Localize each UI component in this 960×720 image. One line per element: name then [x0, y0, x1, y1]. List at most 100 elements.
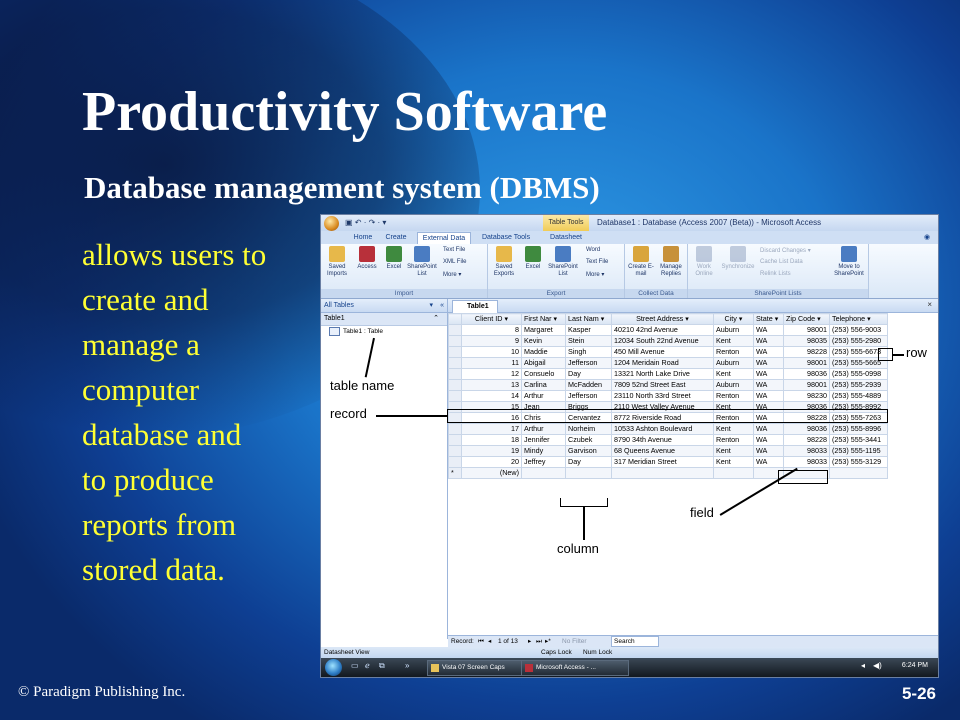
cell-first-name[interactable]: Consuelo — [521, 368, 566, 380]
cell-state[interactable]: WA — [753, 324, 784, 336]
prev-record-icon[interactable]: ◂ — [488, 636, 491, 647]
cell-city[interactable]: Kent — [713, 335, 754, 347]
table-row[interactable]: 18 Jennifer Czubek 8790 34th Avenue Renton WA… — [448, 434, 888, 446]
record-selector[interactable] — [448, 368, 462, 380]
cell-telephone[interactable]: (253) 555-2939 — [829, 379, 888, 391]
column-header-client-id[interactable]: Client ID ▾ — [461, 313, 522, 325]
cell-state[interactable]: WA — [753, 357, 784, 369]
cell-zip-code[interactable]: 98033 — [783, 445, 830, 457]
record-selector[interactable] — [448, 434, 462, 446]
record-selector[interactable] — [448, 324, 462, 336]
cell-last-name[interactable]: Garvison — [565, 445, 612, 457]
record-selector[interactable] — [448, 423, 462, 435]
cell-empty[interactable] — [713, 467, 754, 479]
cell-zip-code[interactable]: 98036 — [783, 368, 830, 380]
table-row[interactable]: 13 Carlina McFadden 7809 52nd Street East Au… — [448, 379, 888, 391]
cell-city[interactable]: Renton — [713, 390, 754, 402]
word-export-button[interactable]: Word — [586, 247, 600, 253]
relink-lists-button[interactable]: Relink Lists — [760, 271, 791, 277]
cell-street-address[interactable]: 68 Queens Avenue — [611, 445, 714, 457]
discard-changes-button[interactable]: Discard Changes ▾ — [760, 247, 811, 254]
cell-last-name[interactable]: Czubek — [565, 434, 612, 446]
no-filter-button[interactable]: No Filter — [562, 636, 587, 647]
cell-telephone[interactable]: (253) 555-3441 — [829, 434, 888, 446]
cell-client-id[interactable]: 12 — [461, 368, 522, 380]
table-row[interactable]: 12 Consuelo Day 13321 North Lake Drive Kent W… — [448, 368, 888, 380]
office-button-icon[interactable] — [324, 216, 339, 231]
cell-last-name[interactable]: McFadden — [565, 379, 612, 391]
create-email-button[interactable]: Create E-mail — [626, 246, 656, 278]
column-header-telephone[interactable]: Telephone ▾ — [829, 313, 888, 325]
work-online-button[interactable]: Work Online — [689, 246, 719, 278]
cell-last-name[interactable]: Norheim — [565, 423, 612, 435]
cell-empty[interactable] — [565, 467, 612, 479]
access-import-button[interactable]: Access — [352, 246, 382, 271]
new-record-icon[interactable]: ▸* — [545, 636, 551, 647]
table-row[interactable]: 19 Mindy Garvison 68 Queens Avenue Kent WA 980… — [448, 445, 888, 457]
cell-telephone[interactable]: (253) 555-3129 — [829, 456, 888, 468]
cell-last-name[interactable]: Stein — [565, 335, 612, 347]
record-selector[interactable] — [448, 379, 462, 391]
cell-telephone[interactable]: (253) 555-8996 — [829, 423, 888, 435]
quick-access-toolbar[interactable]: ▣ ↶ · ↷ · ▾ — [345, 218, 386, 227]
column-header-street-address[interactable]: Street Address ▾ — [611, 313, 714, 325]
cell-empty[interactable] — [521, 467, 566, 479]
cell-zip-code[interactable]: 98035 — [783, 335, 830, 347]
nav-pane-header[interactable]: All Tables ▾ « — [321, 299, 447, 313]
cell-client-id[interactable]: 9 — [461, 335, 522, 347]
next-record-icon[interactable]: ▸ — [528, 636, 531, 647]
record-selector[interactable] — [448, 357, 462, 369]
cell-last-name[interactable]: Jefferson — [565, 357, 612, 369]
cell-first-name[interactable]: Jeffrey — [521, 456, 566, 468]
cell-first-name[interactable]: Jennifer — [521, 434, 566, 446]
cell-first-name[interactable]: Abigail — [521, 357, 566, 369]
table-row[interactable]: 10 Maddie Singh 450 Mill Avenue Renton WA 9822… — [448, 346, 888, 358]
cell-telephone[interactable]: (253) 555-0998 — [829, 368, 888, 380]
first-record-icon[interactable]: ⏮ — [478, 636, 484, 647]
internet-explorer-icon[interactable]: ℯ — [365, 661, 370, 670]
xml-file-import-button[interactable]: XML File — [443, 259, 466, 265]
cell-street-address[interactable]: 12034 South 22nd Avenue — [611, 335, 714, 347]
cell-state[interactable]: WA — [753, 456, 784, 468]
cell-street-address[interactable]: 23110 North 33rd Street — [611, 390, 714, 402]
shutter-bar-icon[interactable]: « — [440, 299, 444, 312]
cell-first-name[interactable]: Arthur — [521, 390, 566, 402]
tab-datasheet[interactable]: Datasheet — [543, 232, 589, 244]
cell-client-id[interactable]: 14 — [461, 390, 522, 402]
cell-city[interactable]: Auburn — [713, 379, 754, 391]
cell-client-id[interactable]: 19 — [461, 445, 522, 457]
cell-state[interactable]: WA — [753, 423, 784, 435]
cell-zip-code[interactable]: 98228 — [783, 346, 830, 358]
more-export-button[interactable]: More ▾ — [586, 271, 604, 278]
manage-replies-button[interactable]: Manage Replies — [656, 246, 686, 278]
cell-telephone[interactable]: (253) 555-2980 — [829, 335, 888, 347]
saved-imports-button[interactable]: Saved Imports — [322, 246, 352, 278]
cell-zip-code[interactable]: 98001 — [783, 357, 830, 369]
record-selector[interactable] — [448, 390, 462, 402]
nav-group-table1[interactable]: Table1 ⌃ — [321, 313, 447, 326]
last-record-icon[interactable]: ⏭ — [536, 636, 542, 647]
cell-first-name[interactable]: Arthur — [521, 423, 566, 435]
column-header-state[interactable]: State ▾ — [753, 313, 784, 325]
record-selector[interactable] — [448, 445, 462, 457]
cell-last-name[interactable]: Day — [565, 368, 612, 380]
cell-street-address[interactable]: 40210 42nd Avenue — [611, 324, 714, 336]
cell-zip-code[interactable]: 98033 — [783, 456, 830, 468]
table-row[interactable]: 9 Kevin Stein 12034 South 22nd Avenue Kent WA… — [448, 335, 888, 347]
nav-item-table1[interactable]: Table1 : Table — [321, 326, 447, 338]
close-icon[interactable]: × — [927, 300, 932, 309]
cell-first-name[interactable]: Mindy — [521, 445, 566, 457]
cell-city[interactable]: Renton — [713, 434, 754, 446]
cell-zip-code[interactable]: 98036 — [783, 423, 830, 435]
tab-create[interactable]: Create — [381, 232, 411, 244]
column-header-first-name[interactable]: First Nar ▾ — [521, 313, 566, 325]
collapse-icon[interactable]: ⌃ — [433, 313, 439, 325]
cell-state[interactable]: WA — [753, 445, 784, 457]
cell-street-address[interactable]: 450 Mill Avenue — [611, 346, 714, 358]
tab-database-tools[interactable]: Database Tools — [477, 232, 535, 244]
help-icon[interactable]: ◉ — [921, 232, 933, 244]
cache-list-data-button[interactable]: Cache List Data — [760, 259, 803, 265]
table-row[interactable]: 11 Abigail Jefferson 1204 Meridain Road Aubu… — [448, 357, 888, 369]
chevron-down-icon[interactable]: ▾ — [429, 299, 433, 312]
document-tab-table1[interactable]: Table1 — [452, 300, 498, 313]
